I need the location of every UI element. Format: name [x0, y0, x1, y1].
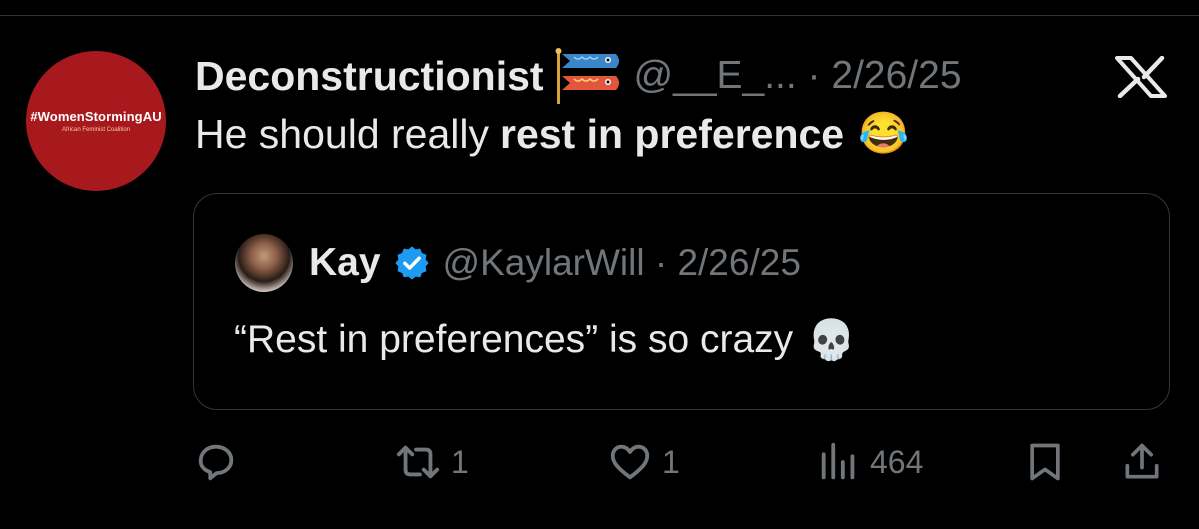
share-icon: [1125, 443, 1159, 479]
repost-button[interactable]: 1: [393, 439, 469, 485]
like-count: 1: [662, 443, 680, 480]
repost-count: 1: [451, 443, 469, 480]
post-header: Deconstructionist @__E_... · 2/26/25: [195, 48, 962, 104]
reply-button[interactable]: [193, 439, 247, 485]
quoted-post-text-content: “Rest in preferences” is so crazy: [234, 318, 794, 361]
bookmark-button[interactable]: [1023, 439, 1067, 485]
post-text-bold: rest in preference: [500, 110, 845, 157]
share-button[interactable]: [1120, 439, 1164, 485]
quoted-post-text: “Rest in preferences” is so crazy 💀: [234, 317, 856, 363]
views-count: 464: [870, 443, 924, 480]
verified-badge-icon: [394, 246, 429, 280]
author-avatar[interactable]: #WomenStormingAU African Feminist Coalit…: [26, 51, 166, 191]
like-button[interactable]: 1: [606, 439, 680, 485]
post-text-plain: He should really: [195, 110, 489, 157]
quoted-handle-and-date[interactable]: @KaylarWill · 2/26/25: [443, 242, 801, 284]
repost-icon: [396, 445, 440, 479]
heart-icon: [610, 444, 650, 480]
author-name[interactable]: Deconstructionist: [195, 53, 544, 100]
quoted-author-avatar[interactable]: [235, 234, 293, 292]
koinobori-flag-icon: [555, 48, 619, 104]
quoted-post-card[interactable]: Kay @KaylarWill · 2/26/25 “Rest in prefe…: [193, 193, 1170, 410]
views-chart-icon: [821, 442, 855, 480]
skull-emoji: 💀: [807, 319, 856, 362]
quoted-author-name[interactable]: Kay: [309, 241, 381, 285]
avatar-subtext: African Feminist Coalition: [61, 127, 131, 133]
reply-icon: [198, 444, 234, 481]
x-logo-icon[interactable]: [1113, 56, 1169, 98]
handle-and-date[interactable]: @__E_... · 2/26/25: [634, 54, 962, 98]
post-text: He should really rest in preference 😂: [195, 110, 909, 158]
quoted-post-header: Kay @KaylarWill · 2/26/25: [309, 236, 801, 290]
laughing-tears-emoji: 😂: [858, 110, 910, 156]
top-divider: [0, 15, 1199, 16]
views-button[interactable]: 464: [816, 439, 923, 485]
avatar-text: #WomenStormingAU: [30, 109, 162, 124]
bookmark-icon: [1030, 443, 1060, 481]
action-bar: 1 1 464: [0, 435, 1199, 495]
